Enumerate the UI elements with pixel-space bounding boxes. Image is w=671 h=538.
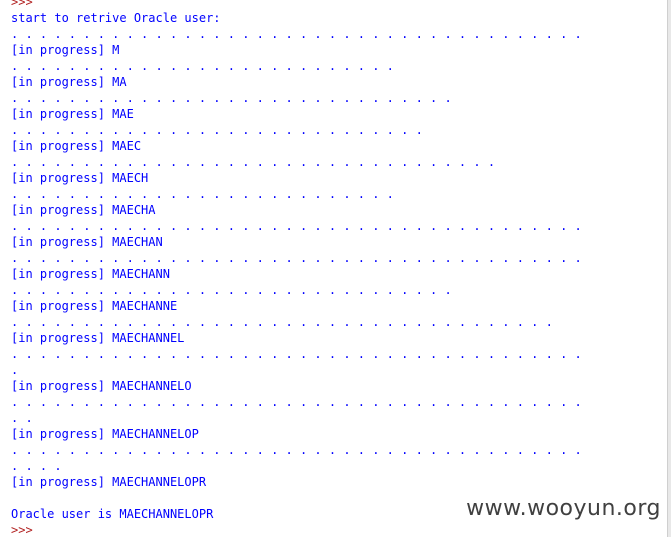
progress-prefix: [in progress] — [11, 203, 105, 217]
console-output: >>> start to retrive Oracle user:. . . . … — [0, 0, 671, 538]
progress-line: [in progress] MAECH — [0, 170, 671, 186]
progress-dots: . . . . . . . . . . . . . . . . . . . . … — [11, 347, 582, 361]
progress-dots-wrap: . . . . — [11, 459, 62, 473]
progress-dots: . . . . . . . . . . . . . . . . . . . . … — [11, 251, 582, 265]
progress-prefix: [in progress] — [11, 75, 105, 89]
progress-prefix: [in progress] — [11, 299, 105, 313]
progress-line: [in progress] MAECHANN — [0, 266, 671, 282]
progress-line: [in progress] MAECHANNELOP — [0, 426, 671, 442]
progress-prefix: [in progress] — [11, 427, 105, 441]
progress-dots: . . . . . . . . . . . . . . . . . . . . … — [11, 123, 423, 137]
progress-prefix: [in progress] — [11, 267, 105, 281]
progress-line: [in progress] MAECHA — [0, 202, 671, 218]
progress-dots: . . . . . . . . . . . . . . . . . . . . … — [11, 395, 582, 409]
progress-value: MAECHA — [112, 203, 156, 217]
progress-line: [in progress] MAE — [0, 106, 671, 122]
progress-prefix: [in progress] — [11, 235, 105, 249]
progress-dots: . . . . . . . . . . . . . . . . . . . . … — [11, 187, 394, 201]
progress-prefix: [in progress] — [11, 475, 105, 489]
progress-line: [in progress] MA — [0, 74, 671, 90]
progress-dots: . . . . . . . . . . . . . . . . . . . . … — [11, 219, 582, 233]
progress-line: [in progress] MAECHANNE — [0, 298, 671, 314]
progress-value: MA — [112, 75, 127, 89]
progress-value: MAECH — [112, 171, 149, 185]
progress-line: [in progress] MAECHANNELO — [0, 378, 671, 394]
start-message: start to retrive Oracle user: — [11, 11, 221, 25]
progress-dots: . . . . . . . . . . . . . . . . . . . . … — [11, 315, 553, 329]
progress-value: MAECHAN — [112, 235, 163, 249]
progress-line: [in progress] MAECHAN — [0, 234, 671, 250]
progress-value: MAEC — [112, 139, 142, 153]
progress-line: [in progress] MAECHANNELOPR — [0, 474, 671, 490]
watermark-text: www.wooyun.org — [466, 496, 661, 521]
progress-line: [in progress] MAEC — [0, 138, 671, 154]
progress-prefix: [in progress] — [11, 43, 105, 57]
top-prompt: >>> — [11, 0, 33, 9]
progress-value: MAECHANNE — [112, 299, 178, 313]
progress-value: MAECHANN — [112, 267, 170, 281]
progress-dots: . . . . . . . . . . . . . . . . . . . . … — [11, 59, 394, 73]
progress-value: MAECHANNELOPR — [112, 475, 207, 489]
progress-prefix: [in progress] — [11, 107, 105, 121]
progress-dots-wrap: . — [11, 363, 19, 377]
bottom-prompt: >>> — [11, 523, 33, 537]
progress-prefix: [in progress] — [11, 331, 105, 345]
progress-value: M — [112, 43, 120, 57]
progress-dots: . . . . . . . . . . . . . . . . . . . . … — [11, 283, 452, 297]
vertical-scrollbar[interactable] — [667, 0, 671, 537]
progress-line: [in progress] M — [0, 42, 671, 58]
progress-dots: . . . . . . . . . . . . . . . . . . . . … — [11, 155, 496, 169]
progress-value: MAECHANNELO — [112, 379, 192, 393]
progress-prefix: [in progress] — [11, 379, 105, 393]
progress-dots: . . . . . . . . . . . . . . . . . . . . … — [11, 443, 582, 457]
progress-dots-wrap: . . — [11, 411, 33, 425]
progress-value: MAECHANNEL — [112, 331, 185, 345]
progress-dots: . . . . . . . . . . . . . . . . . . . . … — [11, 27, 582, 41]
progress-line: [in progress] MAECHANNEL — [0, 330, 671, 346]
progress-prefix: [in progress] — [11, 139, 105, 153]
progress-value: MAE — [112, 107, 134, 121]
progress-value: MAECHANNELOP — [112, 427, 199, 441]
progress-dots: . . . . . . . . . . . . . . . . . . . . … — [11, 91, 452, 105]
progress-prefix: [in progress] — [11, 171, 105, 185]
